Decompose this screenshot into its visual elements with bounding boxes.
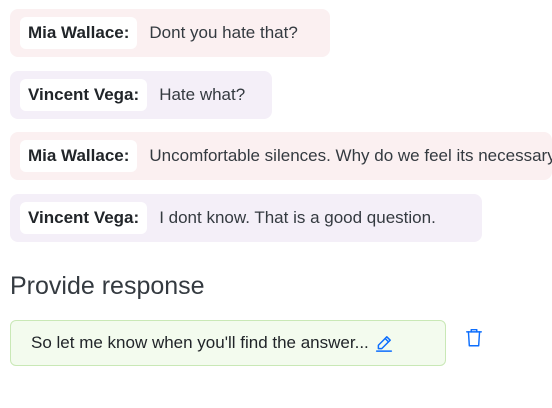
response-text: So let me know when you'll find the answ…: [31, 333, 369, 352]
message-text: Hate what?: [159, 85, 246, 104]
pencil-icon[interactable]: [375, 334, 393, 352]
response-box[interactable]: So let me know when you'll find the answ…: [10, 320, 446, 366]
message-bubble: Mia Wallace: Uncomfortable silences. Why…: [10, 132, 552, 180]
speaker-label: Mia Wallace:: [20, 140, 138, 172]
trash-icon[interactable]: [465, 328, 483, 353]
message-bubble: Mia Wallace: Dont you hate that?: [10, 9, 330, 57]
speaker-label: Vincent Vega:: [20, 79, 148, 111]
message-text: Uncomfortable silences. Why do we feel i…: [149, 146, 552, 165]
message-text: I dont know. That is a good question.: [159, 208, 436, 227]
section-title: Provide response: [10, 272, 205, 300]
speaker-label: Vincent Vega:: [20, 202, 148, 234]
speaker-label: Mia Wallace:: [20, 17, 138, 49]
conversation-page: Mia Wallace: Dont you hate that? Vincent…: [0, 0, 552, 408]
message-bubble: Vincent Vega: I dont know. That is a goo…: [10, 194, 482, 242]
message-text: Dont you hate that?: [149, 23, 298, 42]
message-bubble: Vincent Vega: Hate what?: [10, 71, 272, 119]
